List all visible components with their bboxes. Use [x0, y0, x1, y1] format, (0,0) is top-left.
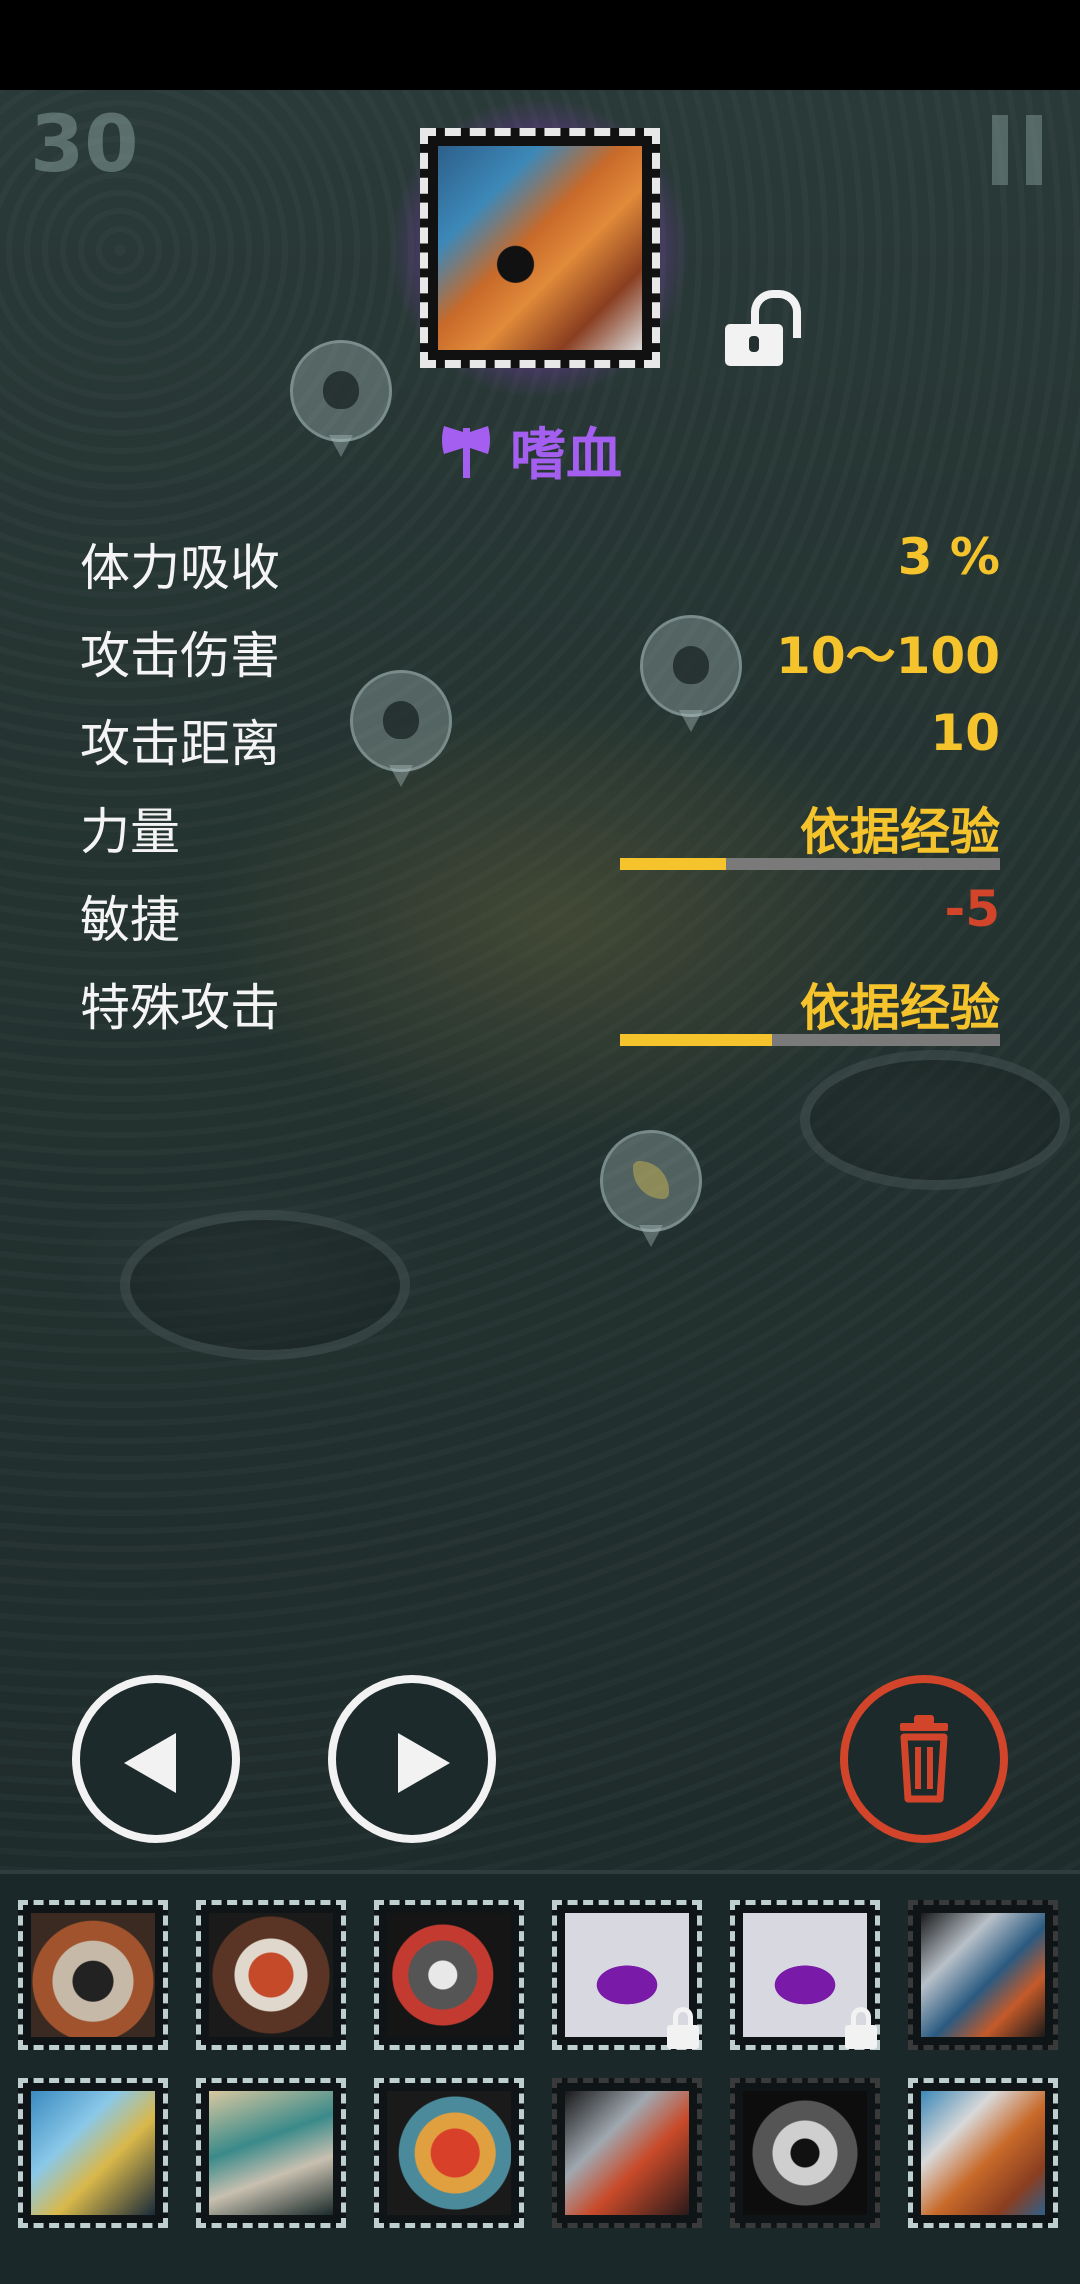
stat-row: 力量 依据经验	[80, 784, 1000, 872]
item-name: 嗜血	[510, 422, 622, 488]
progress-fill	[620, 858, 727, 870]
stat-value: 依据经验	[800, 803, 1000, 861]
blade-item-icon	[921, 1913, 1045, 2037]
inventory-slot[interactable]	[730, 2078, 880, 2228]
lock-icon	[843, 2007, 879, 2049]
dagger-item-icon	[565, 2091, 689, 2215]
inventory-slot[interactable]	[196, 1900, 346, 2050]
stat-label: 体力吸收	[80, 539, 280, 597]
inventory-slot[interactable]	[374, 1900, 524, 2050]
progress-fill	[620, 1034, 772, 1046]
inventory-slot[interactable]	[18, 1900, 168, 2050]
axe-icon	[442, 426, 490, 478]
inventory-panel	[0, 1870, 1080, 2284]
claw-item-icon	[209, 1913, 333, 2037]
stat-row: 攻击伤害 10～100	[80, 608, 1000, 696]
stat-label: 攻击伤害	[80, 627, 280, 685]
stat-value: 依据经验	[800, 979, 1000, 1037]
status-bar	[0, 0, 1080, 90]
stat-value: 10～100	[776, 627, 1000, 685]
inventory-slot[interactable]	[552, 1900, 702, 2050]
delete-item-button[interactable]	[840, 1675, 1008, 1843]
skull-item-icon	[743, 2091, 867, 2215]
chevron-right-icon	[398, 1733, 450, 1793]
stat-value: 10	[930, 704, 1000, 762]
item-title: 嗜血	[440, 415, 622, 488]
map-marker-bag	[290, 340, 392, 457]
stat-value: -5	[944, 880, 1000, 938]
map-waypoint-ring	[800, 1050, 1070, 1190]
special-attack-progress-bar	[620, 1034, 1000, 1046]
trash-icon	[900, 1715, 948, 1803]
pause-icon[interactable]	[992, 115, 1044, 185]
inventory-slot[interactable]	[196, 2078, 346, 2228]
stat-label: 攻击距离	[80, 715, 280, 773]
next-item-button[interactable]	[328, 1675, 496, 1843]
lock-icon	[665, 2007, 701, 2049]
selected-item-portrait	[420, 128, 660, 368]
previous-item-button[interactable]	[72, 1675, 240, 1843]
stat-row: 敏捷 -5	[80, 872, 1000, 960]
beast-item-icon	[387, 2091, 511, 2215]
stat-label: 力量	[80, 803, 180, 861]
inventory-slot[interactable]	[908, 2078, 1058, 2228]
item-stats: 体力吸收 3 % 攻击伤害 10～100 攻击距离 10 力量 依据经验 敏捷 …	[80, 520, 1000, 1048]
level-counter: 30	[30, 100, 139, 190]
axe-item-icon	[921, 2091, 1045, 2215]
armor-item-icon	[209, 2091, 333, 2215]
chevron-left-icon	[124, 1733, 176, 1793]
stat-value: 3 %	[897, 528, 1000, 586]
helmet-item-icon	[387, 1913, 511, 2037]
stat-label: 敏捷	[80, 891, 180, 949]
map-waypoint-ring	[120, 1210, 410, 1360]
stat-row: 体力吸收 3 %	[80, 520, 1000, 608]
stat-row: 特殊攻击 依据经验	[80, 960, 1000, 1048]
axe-item-art	[438, 146, 642, 350]
inventory-slot[interactable]	[374, 2078, 524, 2228]
inventory-slot[interactable]	[552, 2078, 702, 2228]
stat-label: 特殊攻击	[80, 979, 280, 1037]
inventory-slot[interactable]	[730, 1900, 880, 2050]
strength-progress-bar	[620, 858, 1000, 870]
crossbow-item-icon	[31, 2091, 155, 2215]
inventory-slot[interactable]	[908, 1900, 1058, 2050]
stat-row: 攻击距离 10	[80, 696, 1000, 784]
map-marker-banana	[600, 1130, 702, 1247]
shield-item-icon	[31, 1913, 155, 2037]
unlock-icon[interactable]	[725, 290, 801, 366]
inventory-slot[interactable]	[18, 2078, 168, 2228]
